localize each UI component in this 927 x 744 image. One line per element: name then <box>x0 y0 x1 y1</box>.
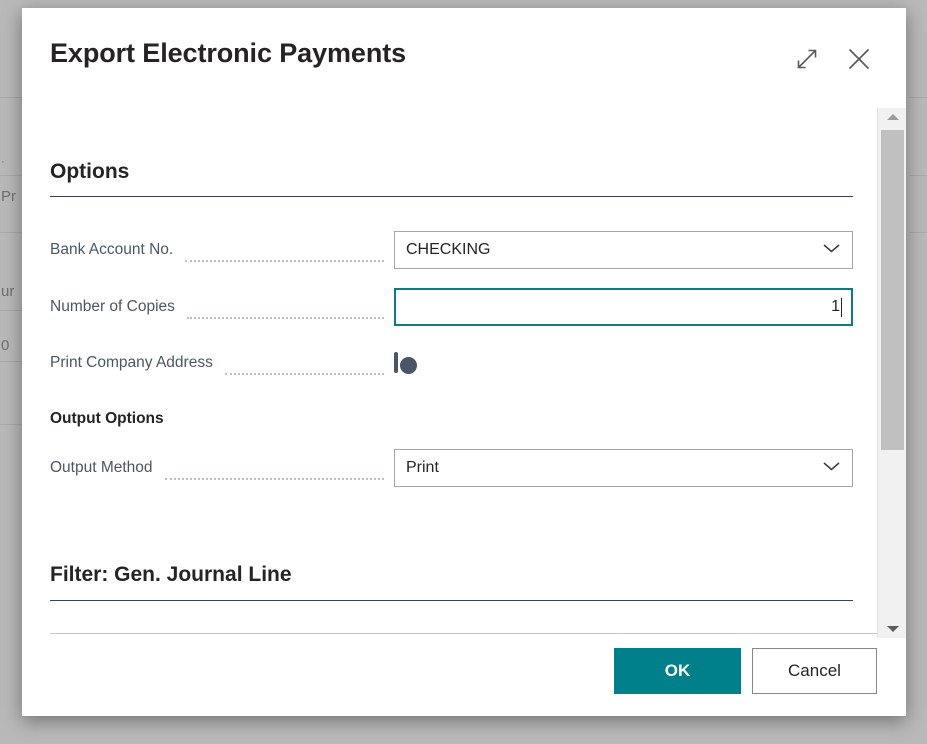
dotted-leader <box>224 360 384 375</box>
background-row-divider <box>909 0 927 98</box>
field-label-output-method: Output Method <box>50 459 153 476</box>
field-label-bank-account-no: Bank Account No. <box>50 241 174 258</box>
dialog-footer: OK Cancel <box>22 638 906 716</box>
ok-button[interactable]: OK <box>614 648 741 694</box>
options-section-heading: Options <box>50 160 130 183</box>
background-row-divider <box>909 177 927 233</box>
print-company-address-toggle[interactable] <box>394 352 417 374</box>
dotted-leader <box>164 465 384 480</box>
output-method-value: Print <box>406 459 439 476</box>
dotted-leader <box>185 247 384 262</box>
close-x-icon[interactable] <box>840 40 878 78</box>
output-method-dropdown[interactable]: Print <box>394 449 853 487</box>
filter-section-heading: Filter: Gen. Journal Line <box>50 563 292 586</box>
field-row-print-company-address: Print Company Address <box>50 344 853 382</box>
bank-account-no-dropdown[interactable]: CHECKING <box>394 231 853 269</box>
field-control-output-method: Print <box>394 449 853 487</box>
dialog-body: Options Bank Account No. CHECKING Number… <box>22 108 906 638</box>
field-control-bank-account-no: CHECKING <box>394 231 853 269</box>
cancel-button[interactable]: Cancel <box>752 648 877 694</box>
triangle-down-icon[interactable] <box>878 620 906 638</box>
field-row-output-method: Output Method Print <box>50 449 853 487</box>
filter-section-divider <box>50 633 877 634</box>
dialog-content-pane: Options Bank Account No. CHECKING Number… <box>22 108 877 638</box>
field-row-number-of-copies: Number of Copies 1 <box>50 288 853 326</box>
toggle-knob <box>400 357 417 374</box>
number-of-copies-value: 1 <box>831 298 840 315</box>
filter-section-rule <box>50 600 853 601</box>
output-options-subheading: Output Options <box>50 410 164 427</box>
field-label-number-of-copies: Number of Copies <box>50 298 175 315</box>
field-control-print-company-address <box>394 352 853 374</box>
expand-diagonal-icon[interactable] <box>788 40 826 78</box>
background-row-divider <box>909 99 927 176</box>
field-control-number-of-copies: 1 <box>394 288 853 326</box>
options-section-rule <box>50 196 853 197</box>
field-label-print-company-address: Print Company Address <box>50 354 213 371</box>
dialog-header: Export Electronic Payments <box>22 8 906 108</box>
dialog-title: Export Electronic Payments <box>50 38 407 68</box>
dotted-leader <box>186 304 384 319</box>
triangle-up-icon[interactable] <box>878 108 906 126</box>
field-row-bank-account-no: Bank Account No. CHECKING <box>50 231 853 269</box>
vertical-scrollbar[interactable] <box>877 108 906 638</box>
chevron-down-icon <box>822 459 841 477</box>
scrollbar-thumb[interactable] <box>881 130 904 450</box>
number-of-copies-input[interactable]: 1 <box>394 288 853 326</box>
chevron-down-icon <box>822 241 841 259</box>
export-electronic-payments-dialog: Export Electronic Payments Options Bank … <box>22 8 906 716</box>
bank-account-no-value: CHECKING <box>406 241 491 258</box>
text-cursor <box>841 297 842 317</box>
